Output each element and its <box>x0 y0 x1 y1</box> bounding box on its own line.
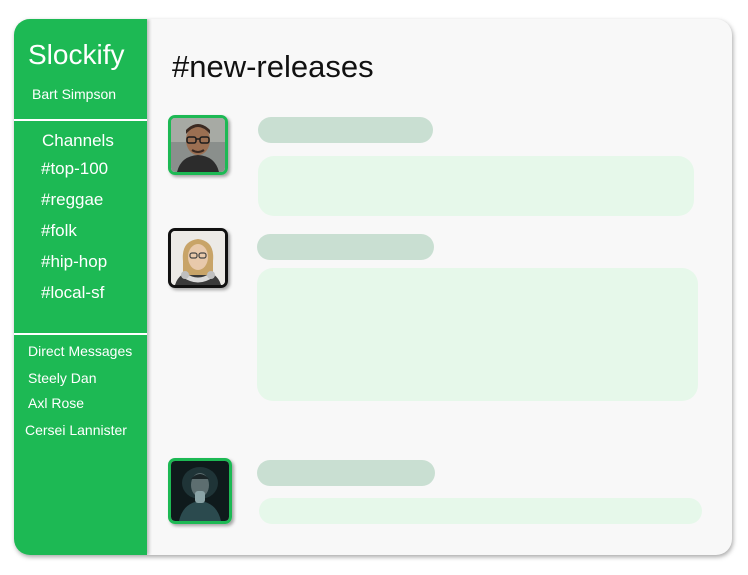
channel-item-local-sf[interactable]: #local-sf <box>41 283 104 303</box>
message-body-placeholder <box>257 268 698 401</box>
sidebar-divider <box>14 119 147 121</box>
direct-messages-heading: Direct Messages <box>28 343 133 359</box>
channels-heading: Channels <box>42 131 114 150</box>
current-user-name: Bart Simpson <box>32 86 117 102</box>
dm-item-axl-rose[interactable]: Axl Rose <box>28 395 84 411</box>
avatar-photo <box>171 461 229 521</box>
woman-with-headphones-avatar[interactable] <box>168 228 228 288</box>
sidebar: Slockify Bart Simpson Channels #top-100 … <box>14 19 147 555</box>
avatar-photo <box>171 231 225 285</box>
message-author-placeholder <box>257 234 434 260</box>
message-body-placeholder <box>258 156 694 216</box>
channel-item-top-100[interactable]: #top-100 <box>41 159 108 179</box>
message-author-placeholder <box>257 460 435 486</box>
message-body-placeholder <box>259 498 702 524</box>
message-author-placeholder <box>258 117 433 143</box>
man-in-dark-avatar[interactable] <box>168 458 232 524</box>
man-with-glasses-avatar[interactable] <box>168 115 228 175</box>
avatar-photo <box>171 118 225 172</box>
app-brand: Slockify <box>28 39 125 70</box>
channel-item-reggae[interactable]: #reggae <box>41 190 103 210</box>
channel-title: #new-releases <box>172 49 374 84</box>
sidebar-divider <box>14 333 147 335</box>
dm-item-steely-dan[interactable]: Steely Dan <box>28 370 96 386</box>
channel-item-folk[interactable]: #folk <box>41 221 77 241</box>
channel-item-hip-hop[interactable]: #hip-hop <box>41 252 107 272</box>
app-window: Slockify Bart Simpson Channels #top-100 … <box>14 19 732 555</box>
dm-item-cersei-lannister[interactable]: Cersei Lannister <box>25 422 127 438</box>
